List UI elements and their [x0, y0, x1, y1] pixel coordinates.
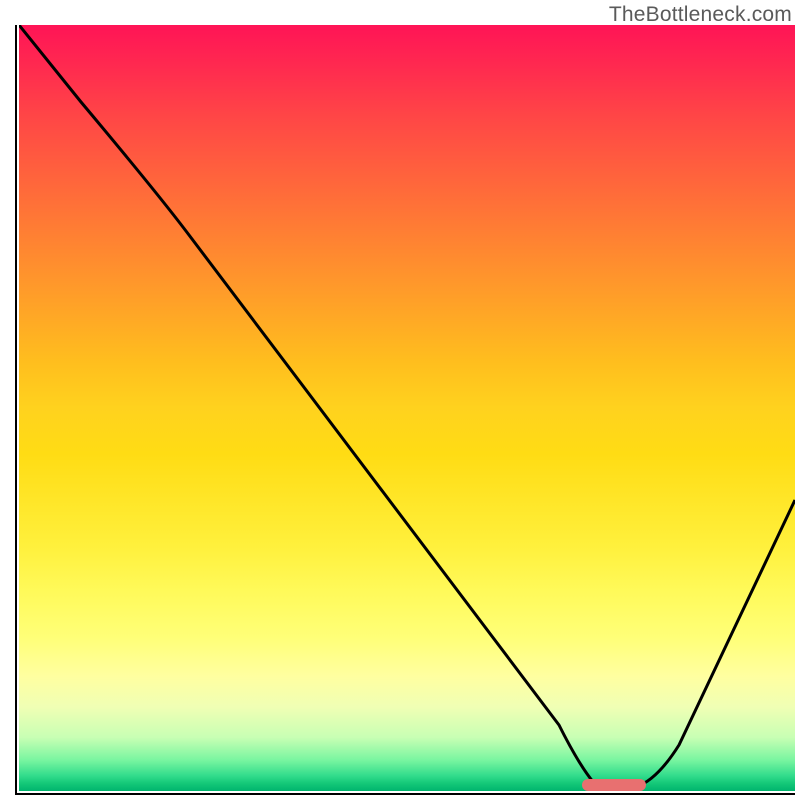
bottleneck-curve-path: [19, 25, 795, 789]
watermark-text: TheBottleneck.com: [609, 3, 792, 27]
curve-svg: [19, 25, 795, 791]
chart-container: TheBottleneck.com: [0, 0, 800, 800]
optimal-range-marker: [582, 779, 646, 791]
plot-area: [15, 25, 795, 795]
